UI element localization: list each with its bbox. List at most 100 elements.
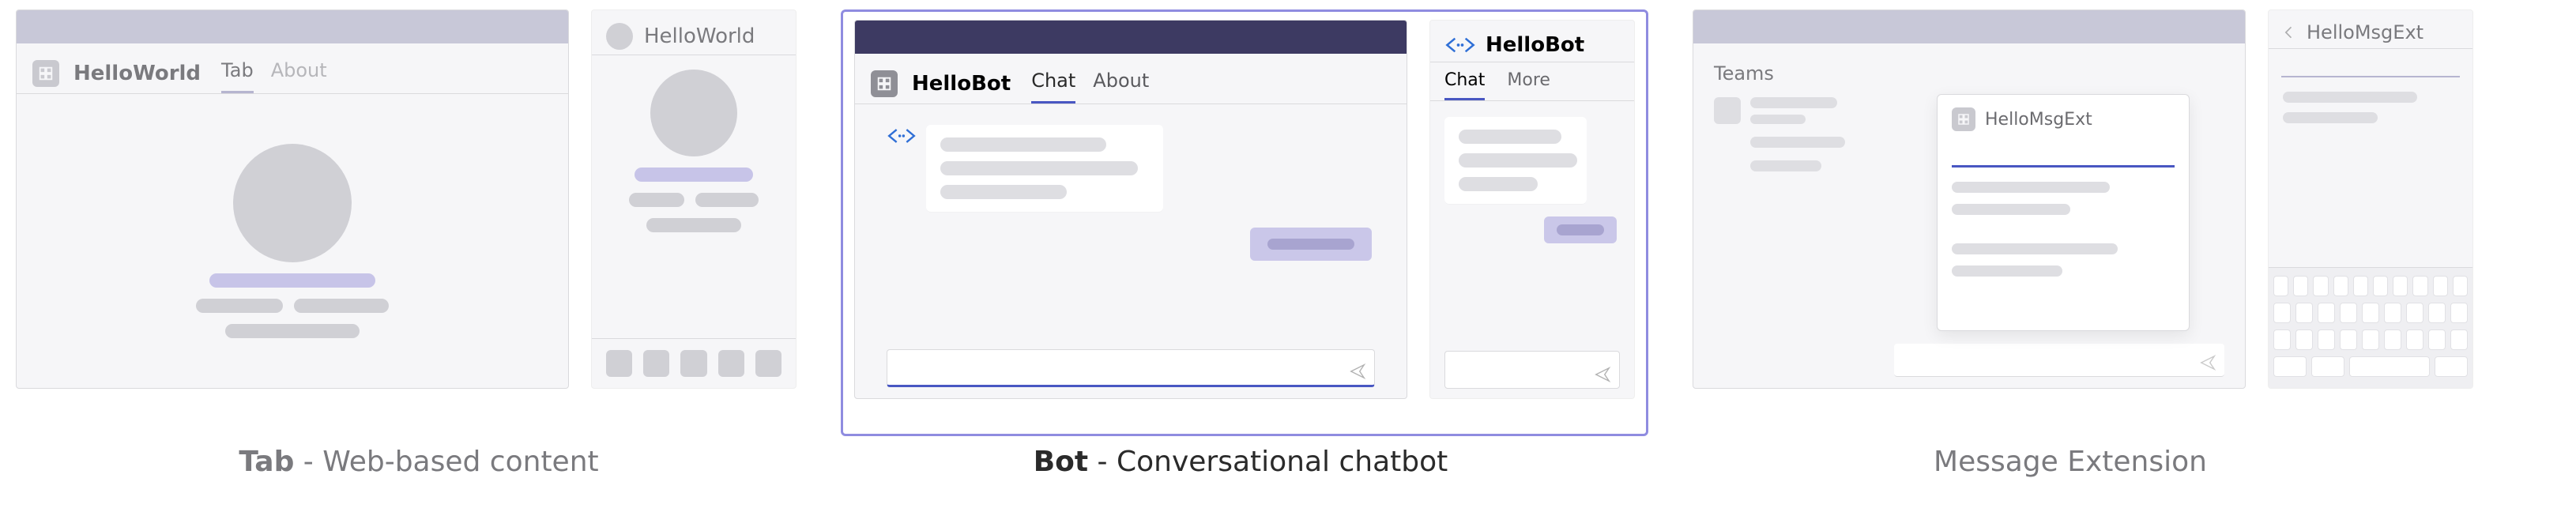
send-icon[interactable] bbox=[1594, 366, 1611, 383]
msgext-mobile-window: HelloMsgExt bbox=[2268, 9, 2473, 389]
tab-mobile-window: HelloWorld bbox=[591, 9, 797, 389]
msgext-popover: HelloMsgExt bbox=[1937, 94, 2190, 331]
popover-header: HelloMsgExt bbox=[1952, 107, 2175, 131]
skeleton-line bbox=[629, 193, 684, 207]
skeleton-line bbox=[1750, 97, 1837, 108]
nav-item[interactable] bbox=[606, 350, 632, 377]
title-bar bbox=[855, 21, 1407, 54]
skeleton-line bbox=[940, 185, 1067, 199]
tab-desktop-header: HelloWorld Tab About bbox=[17, 43, 568, 94]
skeleton-line bbox=[646, 218, 741, 232]
msgext-mobile-results bbox=[2269, 81, 2472, 134]
tab-chat[interactable]: Chat bbox=[1444, 62, 1485, 100]
bot-mobile-header: HelloBot bbox=[1430, 21, 1634, 62]
tab-about[interactable]: About bbox=[1093, 63, 1149, 104]
skeleton-line bbox=[225, 324, 360, 338]
popover-search[interactable] bbox=[1952, 142, 2175, 168]
app-icon bbox=[32, 60, 59, 87]
skeleton-line bbox=[2283, 92, 2417, 103]
bot-icon bbox=[1444, 34, 1476, 56]
skeleton-line bbox=[1459, 177, 1538, 191]
tab-tab[interactable]: Tab bbox=[221, 53, 254, 93]
nav-item[interactable] bbox=[755, 350, 781, 377]
skeleton-line bbox=[1750, 137, 1845, 148]
msgext-mobile-search-row bbox=[2269, 49, 2472, 81]
skeleton-line bbox=[635, 168, 753, 182]
group-bot: HelloBot Chat About bbox=[841, 9, 1648, 436]
team-item[interactable] bbox=[1714, 97, 1880, 124]
send-icon[interactable] bbox=[1349, 363, 1366, 380]
bot-mobile-tabs: Chat More bbox=[1430, 62, 1634, 101]
bottom-nav bbox=[592, 338, 796, 388]
incoming-message bbox=[1444, 117, 1587, 204]
bot-chat-area bbox=[855, 104, 1407, 398]
sidebar-header: Teams bbox=[1714, 62, 1880, 85]
title-bar bbox=[1693, 10, 2245, 43]
skeleton-line bbox=[1952, 204, 2070, 215]
caption-row: Tab - Web-based content Bot - Conversati… bbox=[0, 442, 2576, 481]
app-name: HelloBot bbox=[912, 72, 1011, 96]
message-input[interactable] bbox=[1444, 351, 1620, 389]
bot-icon bbox=[887, 125, 917, 147]
skeleton-line bbox=[1952, 182, 2110, 193]
message-input[interactable] bbox=[887, 349, 1375, 387]
title-bar bbox=[17, 10, 568, 43]
nav-item[interactable] bbox=[680, 350, 706, 377]
keyboard[interactable] bbox=[2269, 267, 2472, 388]
caption-bot: Bot - Conversational chatbot bbox=[822, 446, 1659, 478]
skeleton-line bbox=[1952, 243, 2118, 254]
app-name: HelloWorld bbox=[73, 62, 201, 85]
app-icon bbox=[871, 70, 898, 97]
msgext-mobile-header: HelloMsgExt bbox=[2269, 10, 2472, 49]
teams-sidebar: Teams bbox=[1714, 58, 1880, 377]
tab-row: Tab About bbox=[221, 53, 327, 93]
skeleton-line bbox=[940, 137, 1106, 152]
message-input[interactable] bbox=[1894, 344, 2224, 377]
group-tab: HelloWorld Tab About bbox=[16, 9, 797, 436]
skeleton-line bbox=[209, 273, 375, 288]
popover-title: HelloMsgExt bbox=[1985, 110, 2092, 130]
send-icon[interactable] bbox=[2199, 354, 2216, 371]
nav-item[interactable] bbox=[718, 350, 744, 377]
bot-desktop-header: HelloBot Chat About bbox=[855, 54, 1407, 104]
skeleton-line bbox=[294, 299, 389, 313]
caption-msgext: Message Extension bbox=[1659, 446, 2481, 478]
diagram-row: HelloWorld Tab About bbox=[0, 0, 2576, 442]
bot-mobile-window: HelloBot Chat More bbox=[1429, 20, 1635, 399]
incoming-message bbox=[887, 125, 1375, 212]
skeleton-line bbox=[2283, 112, 2378, 123]
tab-more[interactable]: More bbox=[1507, 62, 1550, 100]
app-icon bbox=[1952, 107, 1975, 131]
skeleton-line bbox=[1459, 153, 1577, 168]
bot-desktop-window: HelloBot Chat About bbox=[854, 20, 1407, 399]
skeleton-line bbox=[1750, 115, 1806, 124]
outgoing-message bbox=[1544, 216, 1617, 243]
team-icon bbox=[1714, 97, 1741, 124]
skeleton-line bbox=[1750, 160, 1821, 171]
skeleton-line bbox=[196, 299, 283, 313]
skeleton-line bbox=[940, 161, 1138, 175]
search-input[interactable] bbox=[2281, 57, 2460, 77]
avatar-placeholder bbox=[233, 144, 352, 262]
caption-tab: Tab - Web-based content bbox=[16, 446, 822, 478]
tab-mobile-body bbox=[592, 55, 796, 338]
app-name: HelloMsgExt bbox=[2307, 21, 2423, 43]
group-msgext: Teams bbox=[1693, 9, 2473, 436]
skeleton-line bbox=[695, 193, 759, 207]
msgext-desktop-window: Teams bbox=[1693, 9, 2246, 389]
nav-item[interactable] bbox=[643, 350, 669, 377]
outgoing-message bbox=[1250, 228, 1372, 261]
chevron-left-icon[interactable] bbox=[2281, 24, 2297, 40]
tab-about[interactable]: About bbox=[271, 53, 327, 93]
avatar-icon bbox=[606, 23, 633, 50]
app-name: HelloBot bbox=[1486, 33, 1584, 57]
skeleton-line bbox=[1267, 239, 1354, 250]
tab-chat[interactable]: Chat bbox=[1031, 63, 1075, 104]
tab-mobile-header: HelloWorld bbox=[592, 10, 796, 55]
tab-desktop-window: HelloWorld Tab About bbox=[16, 9, 569, 389]
skeleton-line bbox=[1952, 265, 2062, 277]
app-name: HelloWorld bbox=[644, 24, 755, 48]
skeleton-line bbox=[1557, 224, 1604, 235]
skeleton-line bbox=[1459, 130, 1561, 144]
bot-mobile-chat bbox=[1430, 101, 1634, 398]
